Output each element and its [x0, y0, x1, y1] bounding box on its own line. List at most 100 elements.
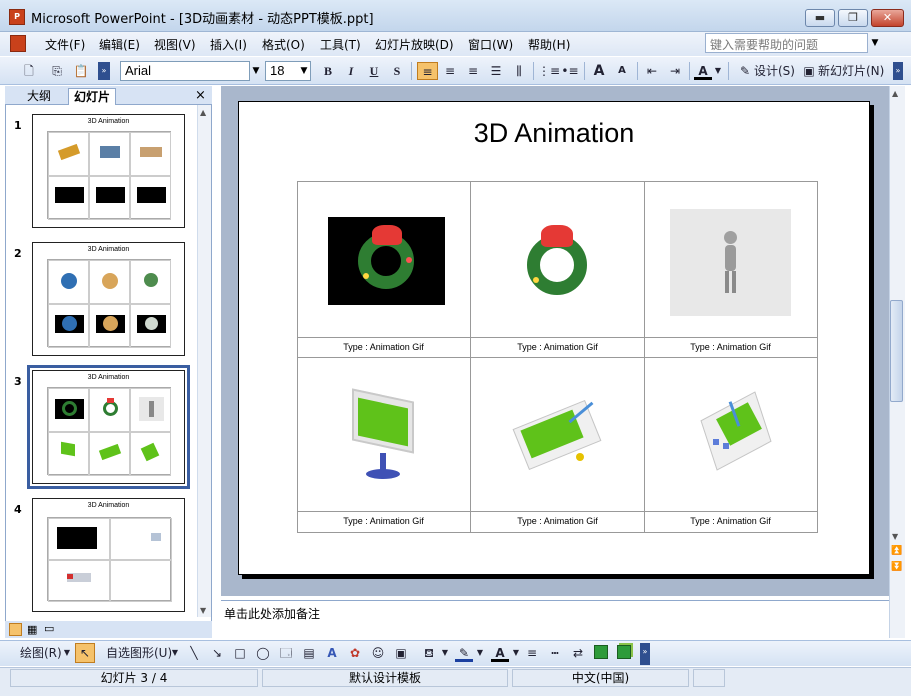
font-color-draw-icon[interactable]: A	[491, 644, 509, 662]
new-document-icon[interactable]: 🗋	[21, 62, 37, 80]
draw-dropdown-icon[interactable]: ▼	[62, 644, 72, 662]
fill-color-icon[interactable]: ⛾	[420, 644, 438, 662]
scroll-down-icon[interactable]: ▼	[892, 532, 898, 541]
picture-icon[interactable]: ▣	[393, 644, 409, 662]
tablet-image[interactable]	[512, 399, 604, 471]
slideshow-view-icon[interactable]: ▭	[44, 622, 54, 635]
textbox-icon[interactable]: 🗔	[278, 644, 294, 662]
slides-panel-scrollbar[interactable]	[197, 105, 211, 617]
powerpoint-app-icon[interactable]: P	[9, 9, 25, 25]
help-dropdown-icon[interactable]: ▼	[868, 35, 882, 51]
menu-tools[interactable]: 工具(T)	[320, 36, 361, 53]
monitor-image[interactable]	[344, 388, 424, 481]
font-color-button[interactable]: A	[694, 62, 712, 80]
maximize-button[interactable]: ❐	[838, 9, 868, 27]
autoshapes-menu-button[interactable]: 自选图形(U)	[106, 644, 174, 662]
document-icon[interactable]	[10, 35, 26, 52]
arrow-style-icon[interactable]: ⇄	[570, 644, 586, 662]
close-button[interactable]: ✕	[871, 9, 904, 27]
wreath-dark-image[interactable]	[328, 217, 445, 305]
design-button[interactable]: 设计(S)	[754, 62, 796, 80]
shadow-button[interactable]: S	[389, 62, 405, 80]
autoshapes-dropdown-icon[interactable]: ▼	[170, 644, 180, 662]
shrink-font-button[interactable]: A	[613, 62, 631, 80]
font-name-dropdown-icon[interactable]: ▼	[249, 62, 263, 80]
toolbar-separator	[689, 62, 690, 80]
slide-thumbnail-3[interactable]: 3D Animation	[27, 365, 190, 489]
bold-button[interactable]: B	[320, 62, 336, 80]
numbering-icon[interactable]: ⋮≡	[538, 62, 560, 80]
fill-color-dropdown-icon[interactable]: ▼	[440, 644, 450, 662]
image-table[interactable]: Type : Animation Gif Type : Animation Gi…	[297, 181, 818, 533]
menu-insert[interactable]: 插入(I)	[210, 36, 247, 53]
line-color-icon[interactable]: ✎	[455, 644, 473, 662]
slide-canvas[interactable]: 3D Animation Type: Animation Gif Type:…	[238, 101, 870, 575]
grow-font-button[interactable]: A	[590, 62, 608, 80]
scroll-up-icon[interactable]: ▲	[892, 89, 898, 98]
menu-help[interactable]: 帮助(H)	[528, 36, 570, 53]
pda-image[interactable]	[697, 391, 777, 479]
diagram-icon[interactable]: ✿	[347, 644, 363, 662]
help-search-input[interactable]: 键入需要帮助的问题	[705, 33, 868, 53]
vertical-textbox-icon[interactable]: ▤	[301, 644, 317, 662]
scroll-up-icon[interactable]: ▲	[200, 108, 206, 117]
scroll-down-icon[interactable]: ▼	[200, 606, 206, 615]
slide-title[interactable]: 3D Animation	[239, 118, 869, 149]
line-icon[interactable]: ╲	[186, 644, 202, 662]
slide-thumbnail-2[interactable]: 3D Animation	[32, 242, 185, 356]
increase-indent-icon[interactable]: ⇥	[666, 62, 684, 80]
robot-figure-image[interactable]	[670, 209, 791, 316]
line-color-dropdown-icon[interactable]: ▼	[475, 644, 485, 662]
font-name-field[interactable]: Arial	[120, 61, 250, 81]
font-size-dropdown-icon[interactable]: ▼	[297, 62, 311, 80]
3d-style-icon[interactable]	[617, 645, 631, 659]
align-right-icon[interactable]: ≡	[464, 62, 482, 80]
menu-window[interactable]: 窗口(W)	[468, 36, 513, 53]
scrollbar-thumb[interactable]	[890, 300, 903, 402]
font-color-draw-dropdown-icon[interactable]: ▼	[511, 644, 521, 662]
next-slide-icon[interactable]: ⏬	[891, 562, 902, 572]
panel-close-icon[interactable]: ×	[195, 88, 206, 103]
dash-style-icon[interactable]: ┅	[547, 644, 563, 662]
arrow-icon[interactable]: ↘	[209, 644, 225, 662]
oval-icon[interactable]: ◯	[255, 644, 271, 662]
wreath-image[interactable]	[517, 221, 597, 301]
slide-sorter-view-icon[interactable]: ▦	[27, 623, 37, 636]
new-slide-button[interactable]: 新幻灯片(N)	[818, 62, 888, 80]
paste-icon[interactable]: 📋	[72, 62, 90, 80]
notes-pane[interactable]	[221, 600, 889, 638]
tab-outline[interactable]: 大纲	[22, 88, 56, 105]
normal-view-icon[interactable]	[9, 623, 22, 636]
underline-button[interactable]: U	[366, 62, 382, 80]
drawbar-options-icon[interactable]: »	[640, 643, 650, 665]
align-left-icon[interactable]: ≡	[417, 62, 438, 80]
wordart-icon[interactable]: A	[324, 644, 340, 662]
toolbar-options-icon[interactable]: »	[893, 62, 903, 80]
line-style-icon[interactable]: ≡	[524, 644, 540, 662]
minimize-button[interactable]: ▬	[805, 9, 835, 27]
clipart-icon[interactable]: ☺	[370, 644, 386, 662]
select-objects-icon[interactable]: ↖	[75, 643, 95, 663]
decrease-indent-icon[interactable]: ⇤	[643, 62, 661, 80]
italic-button[interactable]: I	[343, 62, 359, 80]
bullets-icon[interactable]: •≡	[561, 62, 579, 80]
distribute-icon[interactable]: ⫼	[510, 62, 528, 80]
menu-format[interactable]: 格式(O)	[262, 36, 305, 53]
menu-edit[interactable]: 编辑(E)	[99, 36, 140, 53]
slide-thumbnail-1[interactable]: 3D Animation	[32, 114, 185, 228]
rectangle-icon[interactable]: □	[232, 644, 248, 662]
menu-file[interactable]: 文件(F)	[45, 36, 85, 53]
tab-slides[interactable]: 幻灯片	[68, 88, 117, 105]
toolbar-overflow-icon[interactable]: »	[98, 62, 110, 80]
menu-view[interactable]: 视图(V)	[154, 36, 196, 53]
justify-icon[interactable]: ☰	[487, 62, 505, 80]
previous-slide-icon[interactable]: ⏫	[891, 546, 902, 556]
align-center-icon[interactable]: ≡	[441, 62, 459, 80]
shadow-style-icon[interactable]	[594, 645, 608, 659]
slide-thumbnail-4[interactable]: 3D Animation	[32, 498, 185, 612]
copy-icon[interactable]: ⎘	[48, 62, 66, 80]
font-color-dropdown-icon[interactable]: ▼	[713, 62, 723, 80]
notes-placeholder[interactable]: 单击此处添加备注	[224, 605, 320, 622]
menu-slideshow[interactable]: 幻灯片放映(D)	[375, 36, 454, 53]
toolbar-separator	[728, 62, 729, 80]
